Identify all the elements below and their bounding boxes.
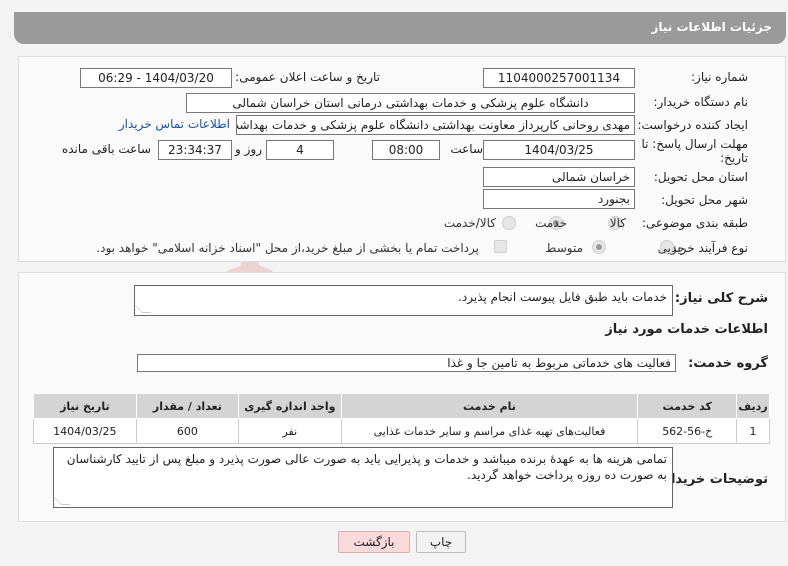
col-row-number: ردیف <box>736 393 770 419</box>
remaining-time-field: 23:34:37 <box>158 140 232 160</box>
resize-grip-icon[interactable] <box>133 304 152 313</box>
buyer-notes-text: تمامی هزینه ها به عهدهٔ برنده میباشد و خ… <box>66 452 667 482</box>
need-number-label: شماره نیاز: <box>691 70 748 84</box>
treasury-payment-note: پرداخت تمام یا بخشی از مبلغ خرید،از محل … <box>96 241 479 255</box>
service-group-label: گروه خدمت: <box>688 356 768 371</box>
days-field: 4 <box>266 140 334 160</box>
category-label: طبقه بندی موضوعی: <box>641 216 748 230</box>
announce-label: تاریخ و ساعت اعلان عمومی: <box>235 70 380 84</box>
treasury-payment-checkbox[interactable] <box>494 240 507 253</box>
back-button[interactable]: بازگشت <box>338 531 410 553</box>
deadline-time-label: ساعت <box>450 142 483 156</box>
services-table: ردیف کد خدمت نام خدمت واحد اندازه گیری ت… <box>33 393 770 444</box>
buyer-org-label: نام دستگاه خریدار: <box>653 95 749 109</box>
buyer-org-field: دانشگاه علوم پزشکی و خدمات بهداشتی درمان… <box>186 93 635 113</box>
resize-grip-icon[interactable] <box>52 496 71 505</box>
city-label: شهر محل تحویل: <box>661 193 748 207</box>
buyer-notes-textarea[interactable]: تمامی هزینه ها به عهدهٔ برنده میباشد و خ… <box>52 447 673 508</box>
table-row: 1 خ-56-562 فعالیت‌های تهیه غذای مراسم و … <box>33 418 770 444</box>
col-need-date: تاریخ نیاز <box>33 393 137 419</box>
col-quantity: تعداد / مقدار <box>135 393 240 419</box>
creator-field: مهدی روحانی کارپرداز معاونت بهداشتی دانش… <box>236 115 635 135</box>
announce-field: 1404/03/20 - 06:29 <box>80 68 232 88</box>
remaining-label: ساعت باقی مانده <box>61 142 151 156</box>
process-radio-medium[interactable] <box>592 240 606 254</box>
col-unit: واحد اندازه گیری <box>238 393 342 419</box>
days-label: روز و <box>235 142 262 156</box>
cell-row-number: 1 <box>736 418 770 444</box>
province-field: خراسان شمالی <box>483 167 635 187</box>
need-number-field: 1104000257001134 <box>483 68 635 88</box>
description-text: خدمات باید طبق فایل پیوست انجام پذیرد. <box>458 290 667 304</box>
deadline-label-2: تاریخ: <box>720 151 748 165</box>
city-field: بجنورد <box>483 189 635 209</box>
cell-need-date: 1404/03/25 <box>33 418 137 444</box>
cell-quantity: 600 <box>135 418 240 444</box>
category-option-goods: کالا <box>609 216 626 230</box>
description-label: شرح کلی نیاز: <box>674 291 768 306</box>
deadline-date-field: 1404/03/25 <box>483 140 635 160</box>
col-service-code: کد خدمت <box>637 393 738 419</box>
col-service-name: نام خدمت <box>340 393 639 419</box>
print-button[interactable]: چاپ <box>416 531 466 553</box>
buyer-notes-label: توضیحات خریدار: <box>658 472 768 487</box>
deadline-label-1: مهلت ارسال پاسخ: تا <box>641 137 748 151</box>
creator-label: ایجاد کننده درخواست: <box>637 118 748 132</box>
description-textarea[interactable]: خدمات باید طبق فایل پیوست انجام پذیرد. <box>133 285 673 316</box>
cell-service-name: فعالیت‌های تهیه غذای مراسم و سایر خدمات … <box>340 418 639 444</box>
process-option-medium: متوسط <box>545 241 583 255</box>
service-group-field: فعالیت های خدماتی مربوط به تامین جا و غذ… <box>137 354 676 372</box>
services-section-title: اطلاعات خدمات مورد نیاز <box>605 322 768 337</box>
page-title: جزئیات اطلاعات نیاز <box>651 20 772 34</box>
cell-service-code: خ-56-562 <box>637 418 738 444</box>
deadline-time-field: 08:00 <box>372 140 440 160</box>
contact-buyer-link[interactable]: اطلاعات تماس خریدار <box>119 117 230 131</box>
province-label: استان محل تحویل: <box>653 170 748 184</box>
cell-unit: نفر <box>238 418 342 444</box>
page-header: جزئیات اطلاعات نیاز <box>14 12 786 44</box>
services-table-header: ردیف کد خدمت نام خدمت واحد اندازه گیری ت… <box>33 393 770 419</box>
category-option-goods-service: کالا/خدمت <box>443 216 496 230</box>
category-option-service: خدمت <box>535 216 567 230</box>
category-radio-goods-service[interactable] <box>502 216 516 230</box>
process-option-minor: جزیی <box>657 241 685 255</box>
